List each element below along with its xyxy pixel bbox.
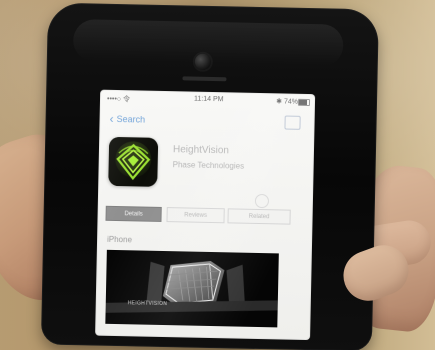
back-button[interactable]: ‹ Search (109, 111, 146, 126)
tab-details[interactable]: Details (105, 205, 162, 222)
back-icon: ‹ (109, 111, 114, 126)
phone-screen: ••••○ 令 11:14 PM ✱ 74% ‹ Search HeightVi… (95, 89, 316, 341)
phone-body: ••••○ 令 11:14 PM ✱ 74% ‹ Search HeightVi… (40, 2, 379, 350)
battery-icon (297, 98, 311, 107)
back-label: Search (116, 113, 146, 125)
photo-scene: ••••○ 令 11:14 PM ✱ 74% ‹ Search HeightVi… (0, 0, 435, 350)
status-bar: ••••○ 令 11:14 PM ✱ 74% (100, 90, 315, 111)
signal-status: ••••○ 令 (106, 95, 131, 104)
app-preview-image[interactable]: HEIGHTVISION (105, 249, 279, 328)
tab-related[interactable]: Related (227, 208, 291, 225)
status-time: 11:14 PM (193, 95, 224, 104)
more-icon[interactable] (254, 193, 270, 209)
device-section-label: iPhone (106, 234, 133, 245)
preview-label: HEIGHTVISION (127, 300, 168, 308)
preview-graphic (105, 249, 279, 328)
app-icon-graphic (108, 137, 159, 187)
app-title: HeightVision (172, 144, 230, 157)
app-tabs: Details Reviews Related (105, 205, 304, 225)
app-icon[interactable] (108, 136, 159, 187)
tab-reviews[interactable]: Reviews (166, 207, 225, 224)
front-camera-icon (194, 53, 211, 70)
battery-status: ✱ 74% (276, 98, 299, 106)
app-developer: Phase Technologies (172, 160, 245, 171)
speaker-grill (182, 76, 227, 82)
share-action-icon[interactable] (284, 115, 301, 130)
